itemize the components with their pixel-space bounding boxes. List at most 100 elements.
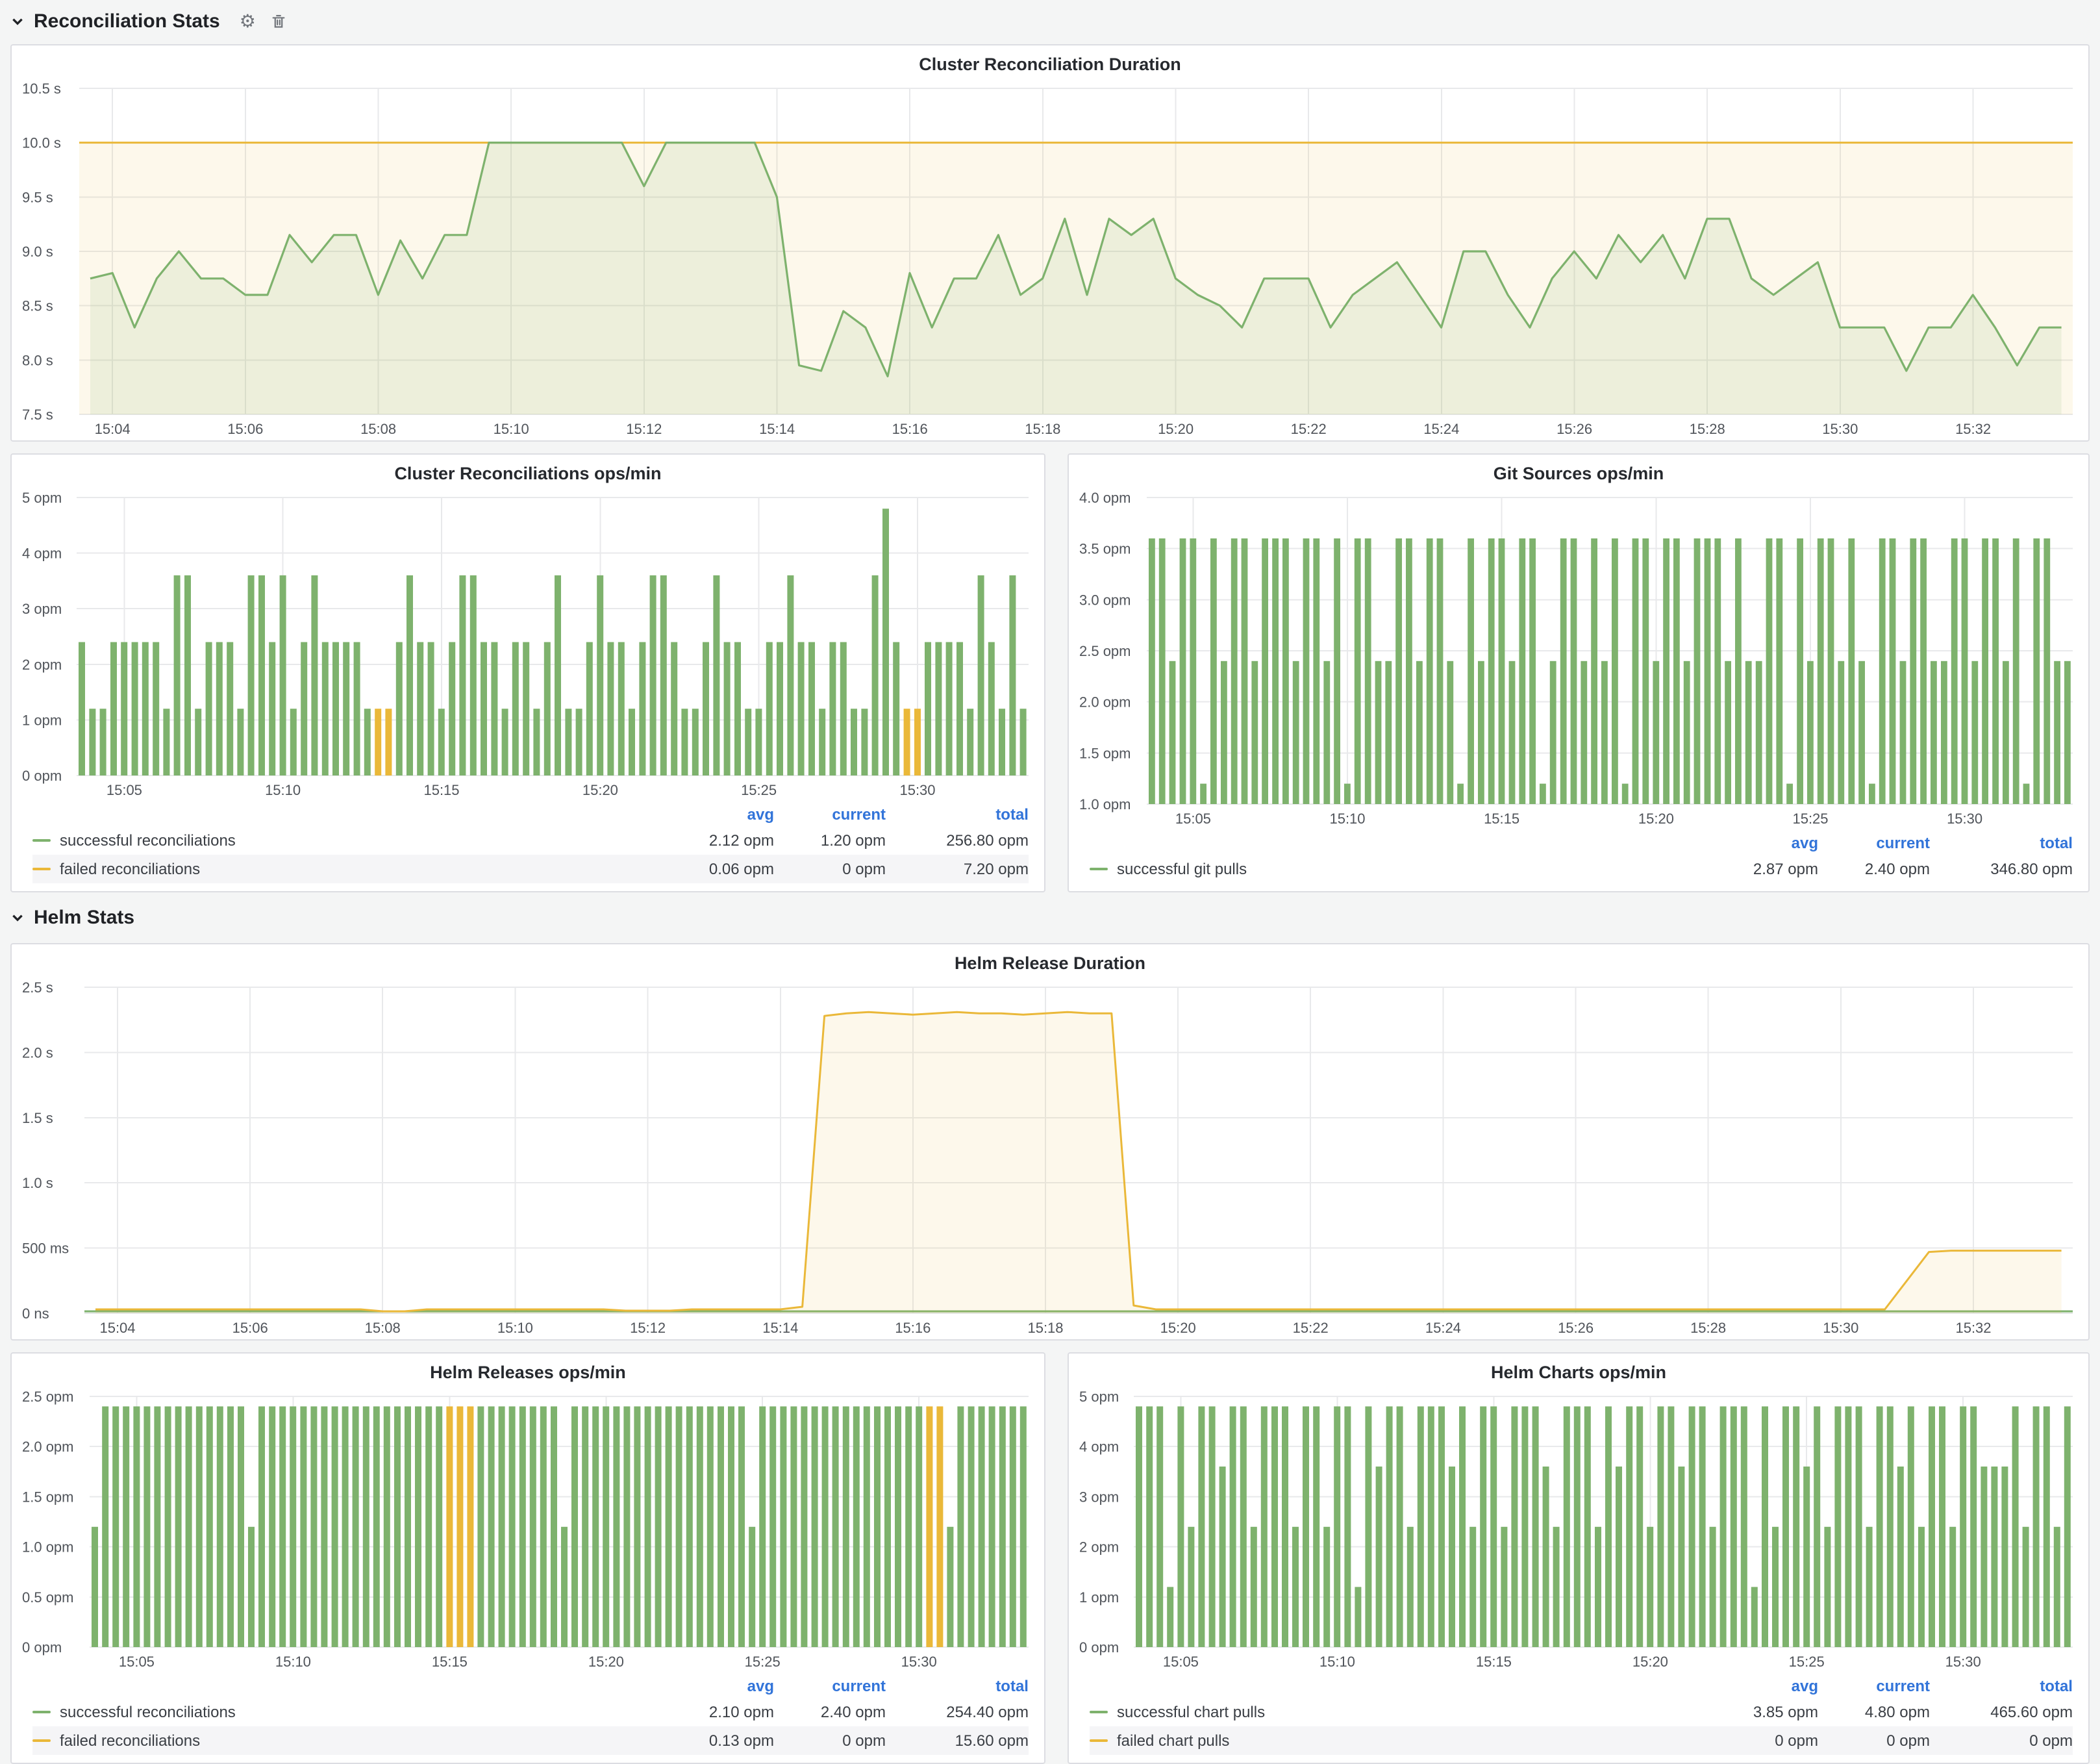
legend-header: avg current total (1090, 1673, 2073, 1698)
panel-helm-release-duration: Helm Release Duration 15:0415:0615:0815:… (10, 943, 2090, 1341)
legend-series-label: failed reconciliations (60, 1732, 200, 1750)
legend-series-toggle[interactable]: failed reconciliations (32, 1732, 662, 1750)
legend-sort-total[interactable]: total (1930, 1676, 2073, 1695)
legend-avg-value: 2.12 opm (662, 831, 774, 850)
svg-text:4 opm: 4 opm (22, 546, 62, 562)
svg-text:2.5 s: 2.5 s (22, 979, 53, 996)
cluster-reconciliations-ops-chart[interactable]: 15:0515:1015:1515:2015:2515:305 opm4 opm… (19, 490, 1036, 801)
legend-series-toggle[interactable]: failed reconciliations (32, 860, 662, 878)
panel-helm-releases-ops: Helm Releases ops/min 15:0515:1015:1515:… (10, 1352, 1045, 1764)
svg-text:15:28: 15:28 (1690, 1320, 1726, 1336)
svg-text:15:05: 15:05 (1163, 1654, 1199, 1670)
legend-sort-total[interactable]: total (886, 805, 1029, 823)
legend-sort-current[interactable]: current (1818, 833, 1930, 851)
panel-title[interactable]: Cluster Reconciliations ops/min (12, 455, 1044, 487)
svg-text:1.5 opm: 1.5 opm (22, 1489, 74, 1505)
svg-text:15:05: 15:05 (106, 782, 142, 798)
legend-sort-avg[interactable]: avg (1706, 833, 1818, 851)
svg-text:15:20: 15:20 (1158, 421, 1194, 437)
legend-sort-avg[interactable]: avg (662, 1676, 774, 1695)
legend-header: avg current total (32, 1673, 1029, 1698)
legend-current-value: 1.20 opm (774, 831, 886, 850)
svg-text:15:18: 15:18 (1027, 1320, 1063, 1336)
legend-total-value: 0 opm (1930, 1732, 2073, 1750)
chart-svg: 15:0415:0615:0815:1015:1215:1415:1615:18… (19, 81, 2081, 440)
series-swatch (32, 868, 51, 870)
legend-avg-value: 0 opm (1706, 1732, 1818, 1750)
legend-row: failed chart pulls 0 opm 0 opm 0 opm (1090, 1726, 2073, 1755)
svg-text:10.5 s: 10.5 s (22, 81, 61, 97)
svg-text:15:10: 15:10 (494, 421, 529, 437)
svg-text:0 opm: 0 opm (22, 768, 62, 784)
svg-text:9.0 s: 9.0 s (22, 244, 53, 260)
chevron-down-icon[interactable] (10, 910, 25, 924)
panel-cluster-reconciliations-ops: Cluster Reconciliations ops/min 15:0515:… (10, 453, 1045, 892)
svg-text:15:24: 15:24 (1425, 1320, 1461, 1336)
svg-text:2 opm: 2 opm (1079, 1539, 1119, 1556)
legend-sort-avg[interactable]: avg (662, 805, 774, 823)
chart-svg: 15:0515:1015:1515:2015:2515:302.5 opm2.0… (19, 1389, 1036, 1673)
legend: avg current total successful chart pulls… (1069, 1673, 2088, 1763)
legend-row: successful reconciliations 2.10 opm 2.40… (32, 1698, 1029, 1726)
legend-sort-total[interactable]: total (886, 1676, 1029, 1695)
chart-svg: 15:0515:1015:1515:2015:2515:305 opm4 opm… (19, 490, 1036, 801)
chart-svg: 15:0415:0615:0815:1015:1215:1415:1615:18… (19, 979, 2081, 1339)
svg-text:3.5 opm: 3.5 opm (1079, 541, 1131, 557)
svg-text:15:18: 15:18 (1025, 421, 1060, 437)
svg-text:15:15: 15:15 (423, 782, 459, 798)
legend-series-toggle[interactable]: successful chart pulls (1090, 1703, 1706, 1721)
svg-text:7.5 s: 7.5 s (22, 407, 53, 423)
legend-total-value: 256.80 opm (886, 831, 1029, 850)
svg-text:1.5 s: 1.5 s (22, 1110, 53, 1126)
legend-sort-current[interactable]: current (1818, 1676, 1930, 1695)
svg-text:15:20: 15:20 (588, 1654, 624, 1670)
svg-text:9.5 s: 9.5 s (22, 189, 53, 205)
svg-text:15:26: 15:26 (1558, 1320, 1594, 1336)
panel-git-sources-ops: Git Sources ops/min 15:0515:1015:1515:20… (1068, 453, 2090, 892)
gear-icon[interactable]: ⚙ (240, 12, 256, 30)
legend-total-value: 254.40 opm (886, 1703, 1029, 1721)
svg-text:15:32: 15:32 (1955, 1320, 1991, 1336)
svg-text:15:30: 15:30 (901, 1654, 937, 1670)
helm-release-duration-chart[interactable]: 15:0415:0615:0815:1015:1215:1415:1615:18… (19, 979, 2081, 1339)
legend-sort-total[interactable]: total (1930, 833, 2073, 851)
legend-sort-avg[interactable]: avg (1706, 1676, 1818, 1695)
panel-title[interactable]: Helm Release Duration (12, 944, 2088, 977)
svg-text:15:28: 15:28 (1690, 421, 1725, 437)
trash-icon[interactable] (270, 12, 287, 29)
panel-title[interactable]: Helm Charts ops/min (1069, 1354, 2088, 1386)
panel-title[interactable]: Helm Releases ops/min (12, 1354, 1044, 1386)
chevron-down-icon[interactable] (10, 14, 25, 28)
git-sources-ops-chart[interactable]: 15:0515:1015:1515:2015:2515:304.0 opm3.5… (1077, 490, 2081, 830)
section-row-reconciliation-stats[interactable]: Reconciliation Stats ⚙ (10, 3, 287, 39)
svg-text:3 opm: 3 opm (22, 601, 62, 617)
legend-series-toggle[interactable]: successful reconciliations (32, 831, 662, 850)
legend-sort-current[interactable]: current (774, 1676, 886, 1695)
legend-row: failed reconciliations 0.13 opm 0 opm 15… (32, 1726, 1029, 1755)
panel-title[interactable]: Git Sources ops/min (1069, 455, 2088, 487)
svg-text:15:24: 15:24 (1423, 421, 1459, 437)
section-title: Reconciliation Stats (34, 10, 220, 32)
svg-text:15:12: 15:12 (626, 421, 662, 437)
legend-series-toggle[interactable]: successful reconciliations (32, 1703, 662, 1721)
cluster-reconciliation-duration-chart[interactable]: 15:0415:0615:0815:1015:1215:1415:1615:18… (19, 81, 2081, 440)
legend-series-toggle[interactable]: successful git pulls (1090, 860, 1706, 878)
series-swatch (32, 1711, 51, 1713)
svg-text:10.0 s: 10.0 s (22, 135, 61, 151)
legend-series-label: successful reconciliations (60, 831, 236, 850)
panel-title[interactable]: Cluster Reconciliation Duration (12, 45, 2088, 78)
legend-total-value: 346.80 opm (1930, 860, 2073, 878)
svg-text:15:04: 15:04 (95, 421, 131, 437)
svg-text:15:06: 15:06 (227, 421, 263, 437)
svg-text:4 opm: 4 opm (1079, 1439, 1119, 1455)
section-row-helm-stats[interactable]: Helm Stats (10, 899, 134, 935)
svg-text:15:15: 15:15 (1476, 1654, 1512, 1670)
legend-sort-current[interactable]: current (774, 805, 886, 823)
svg-text:15:14: 15:14 (762, 1320, 798, 1336)
helm-releases-ops-chart[interactable]: 15:0515:1015:1515:2015:2515:302.5 opm2.0… (19, 1389, 1036, 1673)
helm-charts-ops-chart[interactable]: 15:0515:1015:1515:2015:2515:305 opm4 opm… (1077, 1389, 2081, 1673)
legend-series-toggle[interactable]: failed chart pulls (1090, 1732, 1706, 1750)
svg-text:15:20: 15:20 (1632, 1654, 1668, 1670)
svg-text:15:10: 15:10 (1319, 1654, 1355, 1670)
svg-text:3.0 opm: 3.0 opm (1079, 592, 1131, 608)
